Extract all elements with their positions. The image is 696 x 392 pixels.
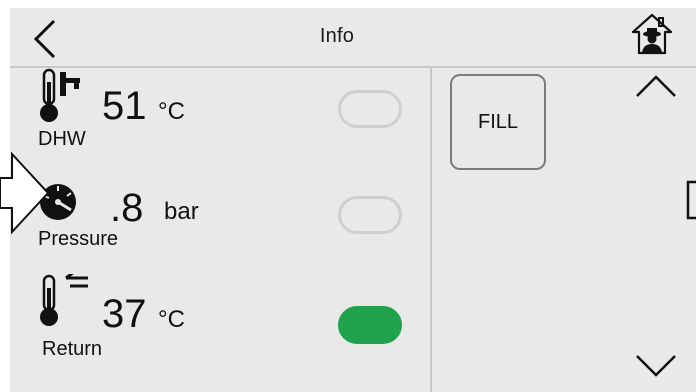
chevron-down-icon (636, 355, 676, 377)
dhw-unit: °C (158, 98, 185, 125)
dhw-row: 51 °C DHW (10, 66, 430, 166)
pressure-toggle[interactable] (338, 196, 402, 234)
pressure-unit: bar (164, 198, 199, 225)
return-row: 37 °C Return (10, 266, 430, 366)
scroll-down-button[interactable] (634, 352, 678, 380)
dhw-thermometer-icon (40, 68, 80, 122)
pointer-arrow-icon (0, 151, 50, 235)
return-toggle[interactable] (338, 306, 402, 344)
pressure-value: .8 (110, 186, 144, 230)
home-technician-icon (631, 13, 673, 55)
chevron-up-icon (636, 75, 676, 97)
scroll-up-button[interactable] (634, 72, 678, 100)
home-button[interactable] (630, 12, 674, 56)
side-tab-icon (686, 180, 696, 220)
pressure-row: .8 bar Pressure (10, 166, 430, 266)
return-thermometer-icon (40, 274, 88, 326)
return-value: 37 (102, 292, 147, 336)
info-screen: Info 51 °C DHW .8 bar Pressure 37 °C Ret… (10, 8, 696, 392)
dhw-label: DHW (38, 128, 86, 150)
dhw-value: 51 (102, 84, 147, 128)
fill-button[interactable]: FILL (450, 74, 546, 170)
header-bar: Info (10, 8, 696, 68)
side-panel-tab[interactable] (686, 180, 696, 220)
dhw-toggle[interactable] (338, 90, 402, 128)
return-unit: °C (158, 306, 185, 333)
vertical-divider (430, 66, 432, 392)
return-label: Return (42, 338, 103, 360)
page-title: Info (319, 25, 355, 47)
